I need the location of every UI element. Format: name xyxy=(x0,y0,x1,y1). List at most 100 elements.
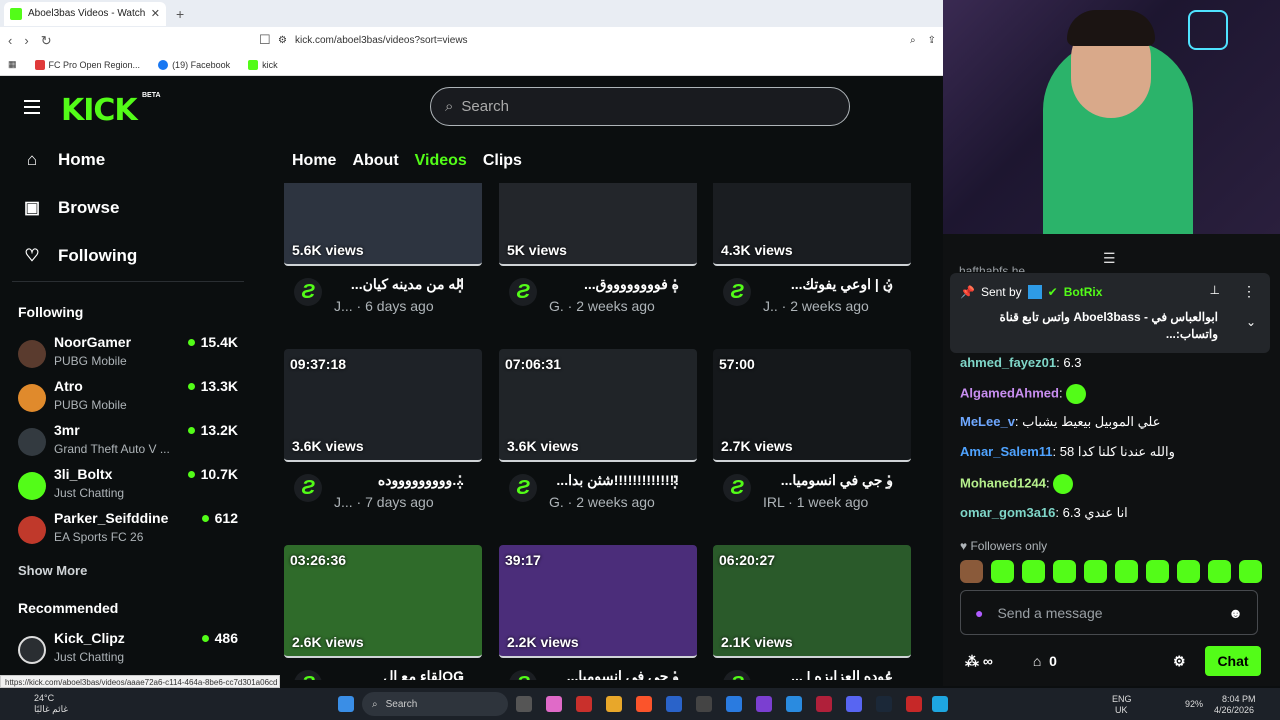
url-field[interactable]: ⚙ kick.com/aboel3bas/videos?sort=views ⌕… xyxy=(278,30,936,51)
bookmark-item[interactable]: FC Pro Open Region... xyxy=(34,59,140,70)
video-thumbnail[interactable]: 5.6K views xyxy=(284,183,482,266)
more-options-icon[interactable]: ⋮ xyxy=(667,668,683,680)
video-title[interactable]: ...وووووووووده xyxy=(334,472,464,489)
task-view-icon[interactable] xyxy=(516,696,532,712)
nav-home[interactable]: ⌂ Home xyxy=(22,150,105,170)
chat-input[interactable]: ● Send a message ☻ xyxy=(960,590,1258,635)
video-title[interactable]: و جي في انسوميا... xyxy=(549,668,679,680)
apps-icon[interactable]: ▦ xyxy=(8,59,17,70)
more-options-icon[interactable]: ⋮ xyxy=(452,276,468,296)
chevron-down-icon[interactable]: ⌄ xyxy=(1246,315,1256,329)
app-icon[interactable] xyxy=(546,696,562,712)
forward-icon[interactable]: › xyxy=(24,33,28,48)
emote-icon[interactable] xyxy=(1239,560,1262,583)
channel-logo-icon[interactable]: Ƨ xyxy=(723,278,751,306)
menu-icon[interactable] xyxy=(24,100,40,114)
vscode-icon[interactable] xyxy=(786,696,802,712)
channel-logo-icon[interactable]: Ƨ xyxy=(723,670,751,680)
brave-icon[interactable] xyxy=(636,696,652,712)
video-title[interactable]: عوده العزايزه | ... xyxy=(763,668,893,680)
zoom-icon[interactable]: ⌕ xyxy=(910,35,916,46)
video-thumbnail[interactable]: 06:20:27 2.1K views xyxy=(713,545,911,658)
collapse-icon[interactable]: ☰ xyxy=(1103,250,1116,267)
search-input[interactable]: ⌕ Search xyxy=(430,87,850,126)
video-card[interactable]: 03:26:36 2.6K views Ƨ OGلقاء مع ال ⋮ xyxy=(284,545,482,680)
video-title[interactable]: !!!!!!!!!!!!!!شثن بدا... xyxy=(549,472,679,489)
emote-icon[interactable] xyxy=(1084,560,1107,583)
channel-logo-icon[interactable]: Ƨ xyxy=(723,474,751,502)
following-item[interactable]: NoorGamer PUBG Mobile 15.4K xyxy=(18,334,244,374)
start-icon[interactable] xyxy=(338,696,354,712)
more-options-icon[interactable]: ⋮ xyxy=(881,472,897,492)
new-tab-icon[interactable]: + xyxy=(176,6,184,22)
emoji-icon[interactable]: ☻ xyxy=(1228,605,1243,621)
video-card[interactable]: 57:00 2.7K views Ƨ و جي في انسوميا... IR… xyxy=(713,349,911,522)
following-item[interactable]: Parker_Seifddine EA Sports FC 26 612 xyxy=(18,510,244,550)
following-item[interactable]: 3li_Boltx Just Chatting 10.7K xyxy=(18,466,244,506)
more-options-icon[interactable]: ⋮ xyxy=(667,276,683,296)
video-thumbnail[interactable]: 09:37:18 3.6K views xyxy=(284,349,482,462)
video-title[interactable]: ه فووووووووق... xyxy=(549,276,679,293)
video-thumbnail[interactable]: 39:17 2.2K views xyxy=(499,545,697,658)
tab-home[interactable]: Home xyxy=(292,152,336,170)
emote-icon[interactable] xyxy=(1053,560,1076,583)
video-card[interactable]: 5.6K views Ƨ اله من مدينه كيان... J... ·… xyxy=(284,183,482,326)
video-card[interactable]: 09:37:18 3.6K views Ƨ ...وووووووووده J..… xyxy=(284,349,482,522)
points-icon[interactable]: ⁂ xyxy=(965,653,979,670)
video-title[interactable]: اله من مدينه كيان... xyxy=(334,276,464,293)
video-thumbnail[interactable]: 03:26:36 2.6K views xyxy=(284,545,482,658)
app-icon[interactable] xyxy=(756,696,772,712)
channel-logo-icon[interactable]: Ƨ xyxy=(509,278,537,306)
emote-icon[interactable] xyxy=(1115,560,1138,583)
language-indicator[interactable]: ENG xyxy=(1112,694,1132,704)
emote-icon[interactable] xyxy=(1022,560,1045,583)
file-explorer-icon[interactable] xyxy=(606,696,622,712)
emote-icon[interactable] xyxy=(1146,560,1169,583)
emote-icon[interactable] xyxy=(1208,560,1231,583)
bookmark-item[interactable]: kick xyxy=(248,59,278,70)
video-thumbnail[interactable]: 4.3K views xyxy=(713,183,911,266)
clock-time[interactable]: 8:04 PM xyxy=(1222,694,1256,704)
unpin-icon[interactable]: ⊥ xyxy=(1210,283,1220,297)
settings-icon[interactable]: ⚙ xyxy=(1173,653,1186,670)
more-options-icon[interactable]: ⋮ xyxy=(667,472,683,492)
more-options-icon[interactable]: ⋮ xyxy=(452,668,468,680)
reload-icon[interactable]: ↻ xyxy=(41,33,52,49)
channel-logo-icon[interactable]: Ƨ xyxy=(294,474,322,502)
close-tab-icon[interactable]: ✕ xyxy=(151,7,160,20)
app-icon[interactable] xyxy=(816,696,832,712)
discord-icon[interactable] xyxy=(846,696,862,712)
video-card[interactable]: 07:06:31 3.6K views Ƨ !!!!!!!!!!!!!!شثن … xyxy=(499,349,697,522)
video-card[interactable]: 06:20:27 2.1K views Ƨ عوده العزايزه | ..… xyxy=(713,545,911,680)
emote-icon[interactable] xyxy=(960,560,983,583)
emote-icon[interactable] xyxy=(1177,560,1200,583)
channel-logo-icon[interactable]: Ƨ xyxy=(294,278,322,306)
show-more-link[interactable]: Show More xyxy=(18,563,87,578)
video-card[interactable]: 4.3K views Ƨ ن | اوعي يفوتك... J.. · 2 w… xyxy=(713,183,911,326)
following-item[interactable]: 3mr Grand Theft Auto V ... 13.2K xyxy=(18,422,244,462)
kick-logo[interactable]: KICK xyxy=(61,93,138,128)
more-options-icon[interactable]: ⋮ xyxy=(881,668,897,680)
app-icon[interactable] xyxy=(576,696,592,712)
nav-following[interactable]: ♡ Following xyxy=(22,246,137,266)
bookmark-item[interactable]: (19) Facebook xyxy=(158,59,230,70)
more-options-icon[interactable]: ⋮ xyxy=(452,472,468,492)
gift-icon[interactable]: ⌂ xyxy=(1033,653,1041,669)
app-icon[interactable] xyxy=(696,696,712,712)
microphone-icon[interactable]: ● xyxy=(975,605,983,621)
tab-videos[interactable]: Videos xyxy=(415,152,467,170)
weather-temp[interactable]: 24°C xyxy=(34,693,54,703)
share-icon[interactable]: ⇪ xyxy=(928,35,936,46)
following-item[interactable]: Atro PUBG Mobile 13.3K xyxy=(18,378,244,418)
nav-browse[interactable]: ▣ Browse xyxy=(22,198,119,218)
video-title[interactable]: و جي في انسوميا... xyxy=(763,472,893,489)
video-thumbnail[interactable]: 07:06:31 3.6K views xyxy=(499,349,697,462)
emote-icon[interactable] xyxy=(991,560,1014,583)
app-icon[interactable] xyxy=(666,696,682,712)
more-options-icon[interactable]: ⋮ xyxy=(1242,283,1256,300)
video-thumbnail[interactable]: 5K views xyxy=(499,183,697,266)
video-title[interactable]: OGلقاء مع ال xyxy=(334,668,464,680)
more-options-icon[interactable]: ⋮ xyxy=(881,276,897,296)
video-title[interactable]: ن | اوعي يفوتك... xyxy=(763,276,893,293)
video-card[interactable]: 39:17 2.2K views Ƨ و جي في انسوميا... ⋮ xyxy=(499,545,697,680)
